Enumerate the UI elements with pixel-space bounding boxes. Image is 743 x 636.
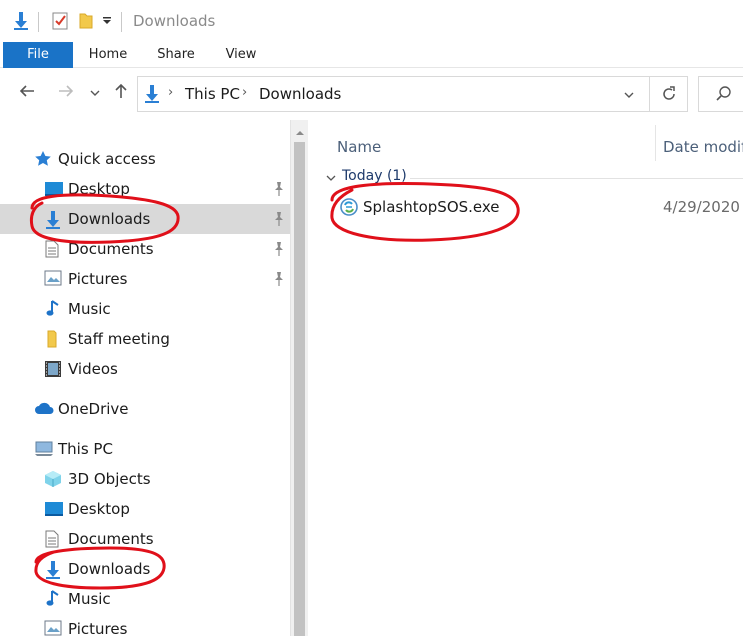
- tab-home[interactable]: Home: [80, 42, 136, 68]
- nav-quick-access[interactable]: Quick access: [0, 144, 290, 174]
- breadcrumb-chevron-icon[interactable]: ›: [168, 85, 173, 100]
- file-list: Name Date modifi Today (1) SplashtopSOS.…: [310, 120, 743, 636]
- documents-icon: [44, 530, 62, 548]
- desktop-icon: [44, 500, 63, 518]
- onedrive-cloud-icon: [33, 400, 55, 418]
- nav-pc-music[interactable]: Music: [0, 584, 290, 614]
- nav-label: OneDrive: [58, 400, 129, 418]
- desktop-icon: [44, 180, 63, 198]
- nav-pc-downloads[interactable]: Downloads: [0, 554, 290, 584]
- nav-label: Quick access: [58, 150, 156, 168]
- pin-icon[interactable]: [272, 211, 286, 227]
- tab-share[interactable]: Share: [150, 42, 202, 68]
- nav-label: Pictures: [68, 270, 128, 288]
- nav-label: Desktop: [68, 180, 130, 198]
- up-arrow-icon: [115, 83, 127, 98]
- nav-pane-scrollbar[interactable]: [290, 120, 308, 636]
- chevron-down-icon: [90, 90, 100, 96]
- nav-label: 3D Objects: [68, 470, 151, 488]
- pictures-icon: [44, 620, 62, 636]
- navigation-bar: › This PC › Downloads: [0, 68, 743, 120]
- new-folder-icon[interactable]: [78, 12, 94, 30]
- downloads-icon: [44, 210, 62, 229]
- nav-label: Desktop: [68, 500, 130, 518]
- downloads-location-icon: [143, 84, 161, 108]
- pin-icon[interactable]: [272, 241, 286, 257]
- file-row[interactable]: SplashtopSOS.exe 4/29/2020 9: [310, 192, 743, 222]
- nav-label: Videos: [68, 360, 118, 378]
- back-button[interactable]: [16, 82, 38, 106]
- nav-pc-desktop[interactable]: Desktop: [0, 494, 290, 524]
- column-divider[interactable]: [655, 125, 656, 161]
- nav-this-pc[interactable]: This PC: [0, 434, 290, 464]
- file-name: SplashtopSOS.exe: [363, 198, 500, 216]
- group-header-today[interactable]: Today (1): [342, 168, 407, 184]
- refresh-icon: [662, 86, 675, 100]
- nav-quick-documents[interactable]: Documents: [0, 234, 290, 264]
- nav-label: Documents: [68, 240, 154, 258]
- properties-icon[interactable]: [51, 11, 69, 31]
- breadcrumb-chevron-icon[interactable]: ›: [242, 85, 247, 100]
- nav-label: Music: [68, 300, 111, 318]
- nav-label: Music: [68, 590, 111, 608]
- 3d-objects-icon: [44, 470, 62, 488]
- star-icon: [34, 150, 52, 168]
- nav-label: Pictures: [68, 620, 128, 636]
- ribbon-tabs: File Home Share View: [0, 42, 743, 68]
- search-icon: [716, 86, 731, 101]
- breadcrumb-downloads[interactable]: Downloads: [259, 85, 341, 103]
- scrollbar-thumb[interactable]: [294, 142, 305, 636]
- file-date-modified: 4/29/2020 9: [663, 198, 743, 216]
- tab-file[interactable]: File: [3, 42, 73, 68]
- recent-locations-button[interactable]: [86, 82, 104, 106]
- this-pc-icon: [34, 440, 54, 458]
- pin-icon[interactable]: [272, 181, 286, 197]
- nav-quick-pictures[interactable]: Pictures: [0, 264, 290, 294]
- breadcrumb-this-pc[interactable]: This PC: [185, 85, 240, 103]
- navigation-pane: Quick access Desktop Downloads Documents…: [0, 120, 290, 636]
- quick-access-downloads-icon[interactable]: [12, 11, 30, 31]
- videos-icon: [44, 360, 62, 378]
- documents-icon: [44, 240, 62, 258]
- scroll-up-icon[interactable]: [291, 126, 309, 140]
- tab-view[interactable]: View: [216, 42, 266, 68]
- group-collapse-chevron-icon[interactable]: [325, 172, 337, 188]
- nav-quick-downloads[interactable]: Downloads: [0, 204, 290, 234]
- nav-quick-staff-meeting[interactable]: Staff meeting: [0, 324, 290, 354]
- group-divider: [410, 178, 743, 179]
- nav-quick-desktop[interactable]: Desktop: [0, 174, 290, 204]
- forward-arrow-icon: [59, 85, 74, 97]
- splashtop-app-icon: [340, 198, 358, 220]
- music-icon: [46, 590, 64, 608]
- title-bar: Downloads: [0, 0, 743, 42]
- forward-button[interactable]: [55, 82, 77, 106]
- nav-label: Downloads: [68, 560, 151, 578]
- folder-icon: [46, 330, 64, 348]
- window-title: Downloads: [133, 12, 216, 30]
- customize-toolbar-icon[interactable]: [101, 14, 113, 26]
- search-box[interactable]: [698, 76, 743, 112]
- address-dropdown-icon[interactable]: [623, 89, 635, 105]
- music-icon: [46, 300, 64, 318]
- nav-pc-documents[interactable]: Documents: [0, 524, 290, 554]
- nav-label: Documents: [68, 530, 154, 548]
- back-arrow-icon: [19, 85, 34, 97]
- column-header-name[interactable]: Name: [337, 138, 381, 156]
- pictures-icon: [44, 270, 62, 288]
- address-bar[interactable]: › This PC › Downloads: [137, 76, 650, 112]
- nav-onedrive[interactable]: OneDrive: [0, 394, 290, 424]
- column-header-date-modified[interactable]: Date modifi: [663, 138, 743, 156]
- refresh-button[interactable]: [650, 76, 688, 112]
- nav-pc-3d-objects[interactable]: 3D Objects: [0, 464, 290, 494]
- nav-label: This PC: [58, 440, 113, 458]
- nav-quick-music[interactable]: Music: [0, 294, 290, 324]
- nav-quick-videos[interactable]: Videos: [0, 354, 290, 384]
- nav-label: Downloads: [68, 210, 151, 228]
- pin-icon[interactable]: [272, 271, 286, 287]
- nav-label: Staff meeting: [68, 330, 170, 348]
- nav-pc-pictures[interactable]: Pictures: [0, 614, 290, 636]
- up-button[interactable]: [110, 82, 132, 106]
- downloads-icon: [44, 560, 62, 579]
